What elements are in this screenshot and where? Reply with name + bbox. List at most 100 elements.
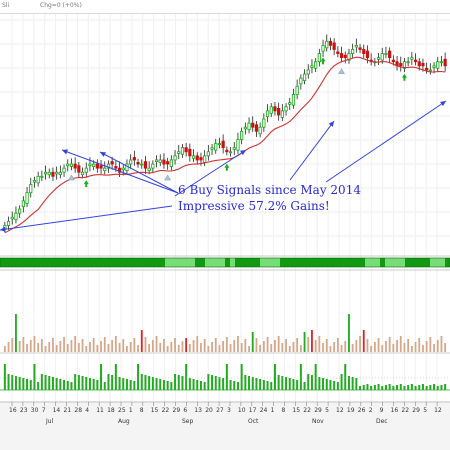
signal-strip-cell xyxy=(20,258,26,267)
histogram-bar xyxy=(273,364,276,390)
histogram-bar xyxy=(88,378,91,390)
volume-bar xyxy=(248,346,250,352)
candle-body xyxy=(251,122,255,128)
volume-bar xyxy=(418,338,421,352)
x-tick-label: 10 xyxy=(238,407,246,414)
arrow-head-icon xyxy=(0,226,6,232)
histogram-bar xyxy=(159,379,162,390)
signal-strip-cell xyxy=(140,258,146,267)
histogram-bar xyxy=(40,374,43,390)
histogram-bar xyxy=(396,385,399,390)
candle-body xyxy=(321,44,325,52)
candle-body xyxy=(443,58,447,67)
signal-strip-cell xyxy=(270,258,276,267)
histogram-bar xyxy=(377,384,380,390)
x-tick-label: 26 xyxy=(358,407,366,414)
candle-body xyxy=(284,106,288,112)
candle-body xyxy=(173,155,177,161)
volume-bar xyxy=(340,345,343,352)
signal-strip-cell xyxy=(315,258,321,267)
volume-bar xyxy=(114,336,117,352)
volume-bar xyxy=(322,343,324,352)
histogram-bar xyxy=(270,382,273,390)
candle-body xyxy=(177,151,181,154)
candle-body xyxy=(151,163,155,169)
signal-strip-cell xyxy=(60,258,66,267)
candle-body xyxy=(210,147,214,150)
volume-bar xyxy=(200,343,202,352)
histogram-bar xyxy=(125,379,128,390)
candle-body xyxy=(384,53,388,55)
volume-bar xyxy=(307,337,310,352)
histogram-bar xyxy=(11,375,14,390)
volume-bar xyxy=(33,336,36,352)
volume-bar xyxy=(392,344,395,352)
volume-bar xyxy=(81,339,84,352)
x-tick-label: 16 xyxy=(391,407,399,414)
signal-strip-cell xyxy=(105,258,111,267)
volume-bar xyxy=(425,341,428,352)
signal-strip-cell xyxy=(215,258,221,267)
signal-strip-cell xyxy=(380,258,386,267)
volume-bar xyxy=(70,340,73,352)
histogram-bar xyxy=(336,382,339,390)
volume-bar xyxy=(126,346,128,352)
price-chart[interactable]: 16 23 30 7 14 21 28 4 11 18 25 1 8 15 22 29 6 13 20 27 3 10 17… xyxy=(0,0,450,450)
candle-body xyxy=(114,166,118,169)
candle-body xyxy=(217,143,222,145)
candle-body xyxy=(69,163,74,167)
signal-strip-cell xyxy=(45,258,51,267)
volume-bar xyxy=(240,343,243,352)
signal-strip-cell xyxy=(100,258,106,267)
signal-strip-cell xyxy=(85,258,91,267)
x-tick-label: 12 xyxy=(434,407,442,414)
histogram-bar xyxy=(66,381,69,390)
signal-strip-cell xyxy=(130,258,136,267)
candle-body xyxy=(43,171,48,175)
candle-body xyxy=(388,50,392,59)
histogram-bar xyxy=(370,386,373,390)
candle-body xyxy=(240,130,244,140)
signal-strip-cell xyxy=(225,258,231,267)
histogram-bar xyxy=(37,382,40,390)
volume-bar xyxy=(303,332,306,352)
histogram-bar xyxy=(399,384,402,390)
x-tick-label: 9 xyxy=(380,407,384,414)
x-tick-label: 3 xyxy=(227,407,231,414)
x-tick-label: 1 xyxy=(271,407,275,414)
histogram-bar xyxy=(407,385,410,390)
stock-chart-window: Sli Chg=0 (+0%) 16 23 30 7 14 21 28 4 11 18 25 1 8 15… xyxy=(0,0,450,450)
signal-strip-cell xyxy=(10,258,16,267)
x-tick-label: 8 xyxy=(282,407,286,414)
histogram-bar xyxy=(96,380,99,390)
signal-strip-cell xyxy=(400,258,406,267)
volume-bar xyxy=(148,344,151,352)
signal-strip-cell xyxy=(275,258,281,267)
signal-strip-cell xyxy=(70,258,76,267)
volume-bar xyxy=(214,338,217,352)
histogram-bar xyxy=(333,381,336,390)
volume-bar xyxy=(111,340,114,352)
histogram-bar xyxy=(403,386,406,390)
candle-body xyxy=(25,192,29,204)
histogram-bar xyxy=(436,386,439,390)
histogram-bar xyxy=(22,378,25,390)
candle-body xyxy=(136,162,140,165)
signal-strip-cell xyxy=(145,258,151,267)
histogram-bar xyxy=(192,379,195,390)
x-tick-label: 6 xyxy=(183,407,187,414)
histogram-bar xyxy=(63,380,66,390)
candle-body xyxy=(406,61,410,64)
x-tick-label: 8 xyxy=(140,407,144,414)
histogram-bar xyxy=(444,384,447,390)
candle-body xyxy=(203,155,207,163)
volume-bar xyxy=(433,344,435,352)
signal-strip-cell xyxy=(25,258,31,267)
candle-body xyxy=(36,175,40,184)
x-tick-label: 15 xyxy=(292,407,300,414)
signal-strip-cell xyxy=(410,258,416,267)
candle-body xyxy=(206,151,210,157)
x-tick-label: 7 xyxy=(42,407,46,414)
histogram-bar xyxy=(166,381,169,390)
volume-bar xyxy=(122,339,125,352)
